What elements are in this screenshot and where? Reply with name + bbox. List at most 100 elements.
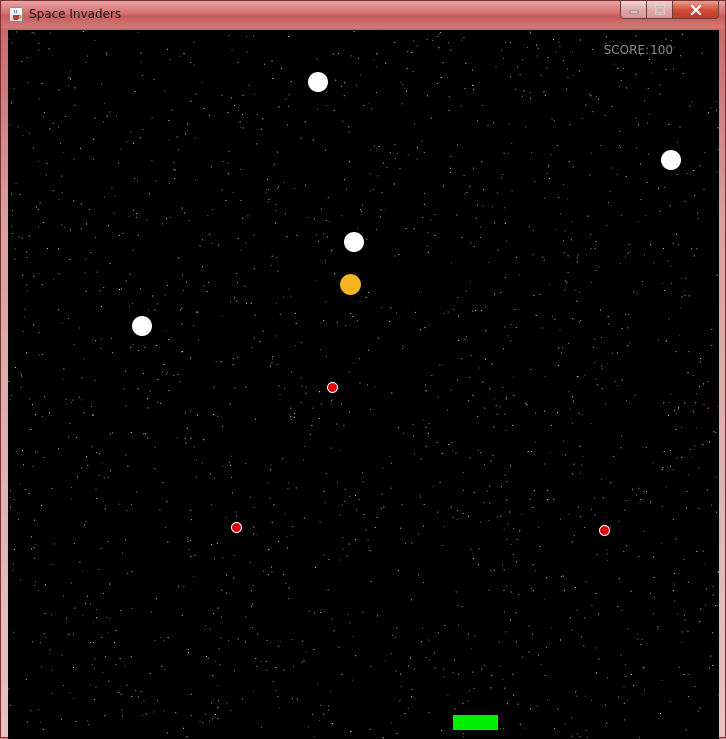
star	[320, 612, 321, 614]
star	[416, 158, 418, 160]
star	[286, 547, 288, 549]
star	[661, 679, 663, 681]
star	[13, 631, 15, 633]
star	[665, 38, 667, 40]
minimize-button[interactable]	[620, 1, 647, 19]
star	[193, 446, 195, 448]
star	[556, 145, 558, 146]
game-canvas[interactable]: SCORE:100	[8, 30, 719, 739]
star	[716, 274, 718, 276]
star	[294, 345, 296, 347]
star	[156, 345, 158, 346]
star	[167, 48, 169, 50]
star	[49, 653, 51, 655]
star	[563, 252, 565, 254]
star	[48, 48, 50, 50]
star	[15, 367, 17, 368]
star	[268, 199, 270, 200]
star	[125, 405, 127, 407]
star	[352, 636, 354, 637]
star	[152, 295, 154, 297]
star	[82, 615, 84, 617]
star	[687, 630, 689, 632]
star	[141, 74, 143, 76]
star	[11, 193, 13, 195]
maximize-button[interactable]	[647, 1, 673, 19]
star	[279, 641, 281, 642]
star	[137, 349, 139, 351]
star	[507, 152, 509, 154]
star	[444, 625, 446, 626]
star	[333, 273, 335, 275]
java-cup-icon[interactable]	[9, 7, 23, 22]
star	[458, 339, 459, 341]
star	[417, 146, 418, 148]
star	[230, 455, 232, 457]
star	[534, 181, 536, 182]
star	[627, 252, 629, 254]
title-bar[interactable]: Space Invaders	[1, 1, 725, 28]
star	[253, 690, 255, 692]
star	[182, 274, 183, 276]
star	[400, 673, 402, 675]
star	[670, 465, 671, 467]
star	[474, 635, 476, 637]
star	[703, 403, 705, 405]
star	[42, 222, 44, 223]
star	[532, 633, 534, 635]
star	[25, 678, 27, 680]
score-value: 100	[650, 43, 673, 57]
star	[585, 730, 587, 732]
star	[646, 122, 648, 124]
close-button[interactable]	[673, 1, 719, 19]
star	[413, 40, 415, 42]
star	[493, 569, 495, 571]
star	[485, 330, 487, 332]
star	[470, 548, 472, 550]
star	[576, 376, 578, 378]
star	[103, 121, 105, 123]
star	[343, 424, 345, 426]
star	[38, 226, 40, 228]
player-ship[interactable]	[453, 715, 498, 730]
star	[533, 294, 535, 296]
score-display: SCORE:100	[603, 43, 673, 57]
star	[712, 665, 714, 666]
star	[653, 577, 655, 578]
star	[641, 638, 643, 640]
star	[12, 210, 13, 212]
star	[184, 212, 186, 214]
star	[255, 418, 256, 420]
star	[94, 379, 96, 381]
star	[295, 322, 297, 324]
star	[137, 234, 139, 236]
star	[328, 705, 329, 707]
star	[600, 309, 601, 311]
star	[385, 209, 386, 211]
star	[590, 95, 592, 97]
star	[190, 693, 192, 695]
star	[433, 653, 435, 654]
star	[390, 487, 392, 489]
star	[195, 311, 197, 313]
star	[652, 613, 654, 615]
star	[524, 727, 526, 729]
star	[465, 62, 467, 64]
star	[190, 61, 192, 63]
star	[404, 713, 406, 714]
star	[422, 628, 423, 629]
star	[513, 694, 515, 696]
star	[678, 666, 680, 668]
starfield	[8, 31, 719, 739]
star	[355, 655, 357, 657]
star	[437, 36, 439, 38]
star	[396, 153, 398, 155]
star	[452, 450, 454, 452]
star	[687, 581, 689, 583]
star	[156, 303, 158, 305]
star	[270, 464, 272, 466]
star	[217, 607, 219, 609]
star	[705, 604, 706, 606]
star	[29, 132, 30, 134]
star	[294, 188, 296, 189]
